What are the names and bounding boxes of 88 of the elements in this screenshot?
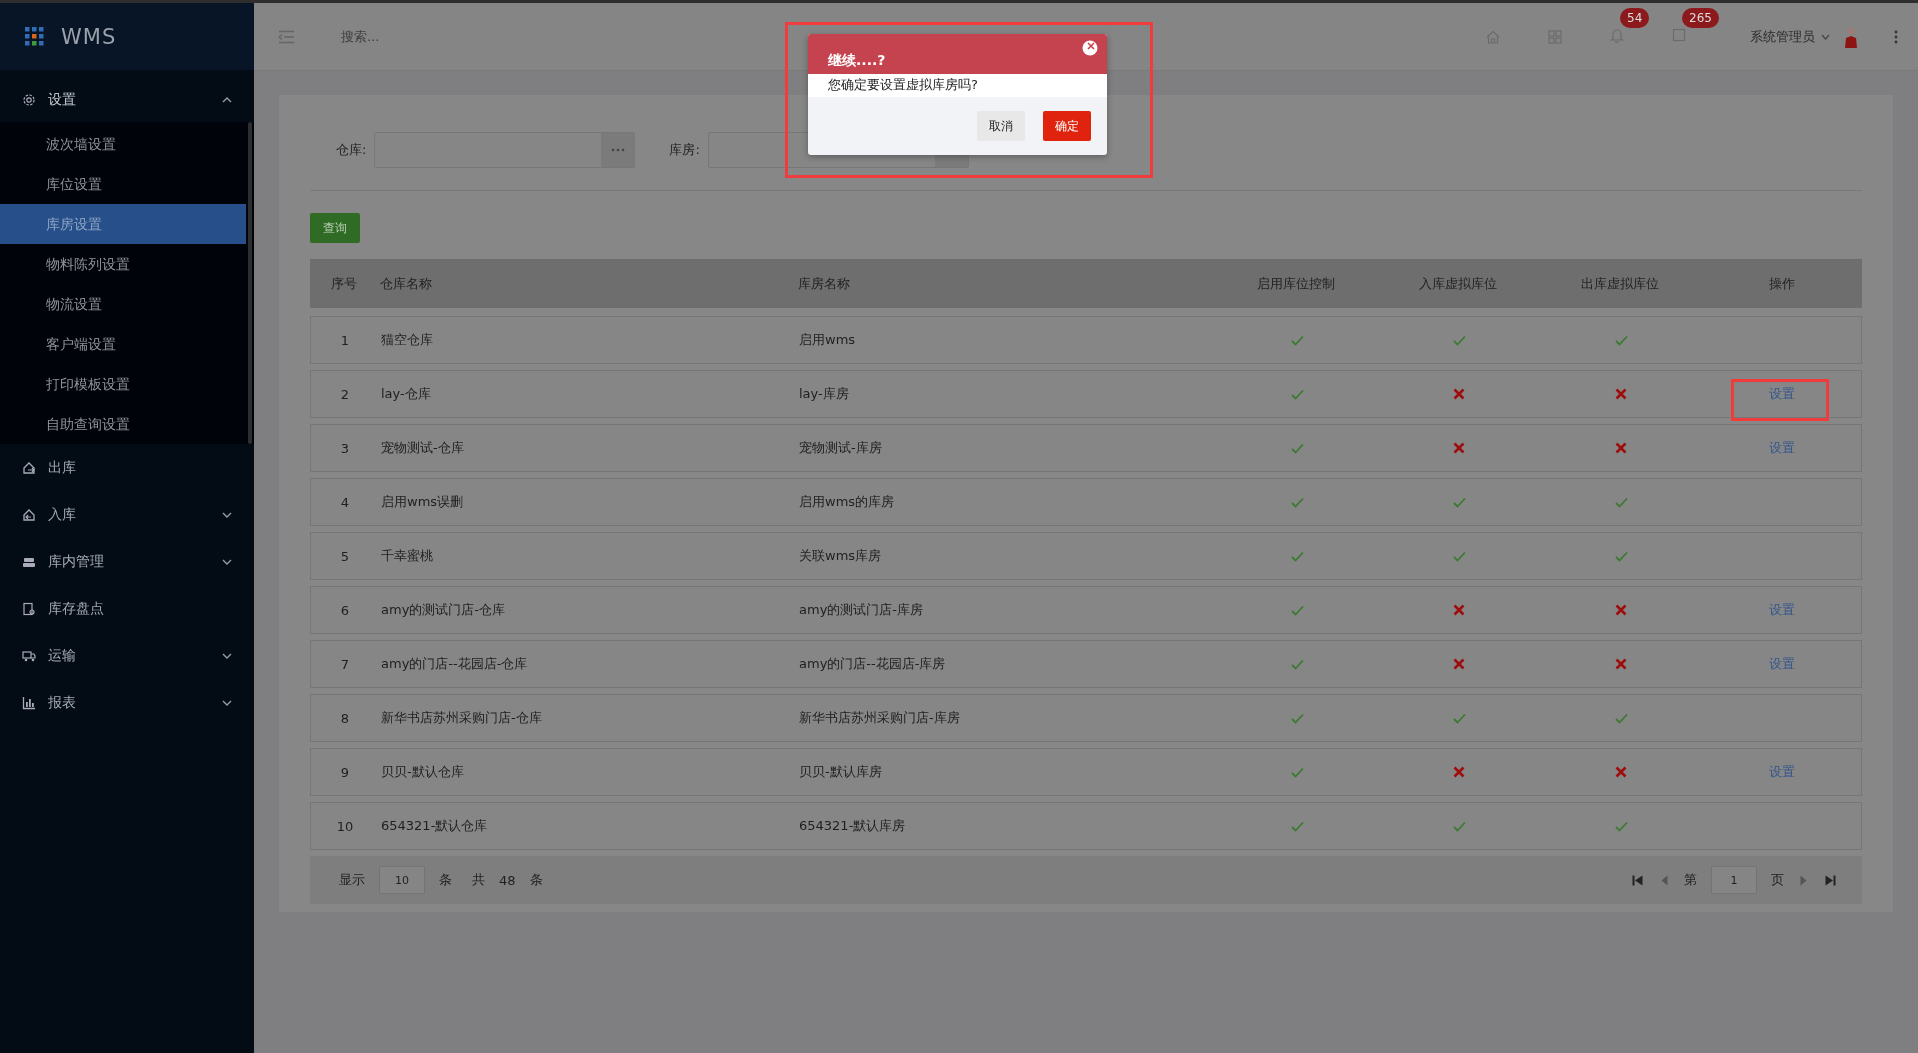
column-header: 出库虚拟库位 — [1580, 274, 1660, 293]
logo-text: WMS — [61, 24, 117, 49]
column-header: 仓库名称 — [379, 274, 433, 293]
first-page-icon[interactable] — [1632, 874, 1643, 886]
cancel-button[interactable]: 取消 — [977, 111, 1025, 141]
notification-count: 54 — [1620, 7, 1650, 28]
square-icon[interactable] — [1672, 28, 1686, 42]
close-icon[interactable] — [1082, 40, 1098, 56]
sidebar-item[interactable]: 运输 — [0, 632, 254, 679]
chevron-icon — [1821, 33, 1830, 40]
table-cell-text: 新华书店苏州采购门店-库房 — [799, 709, 961, 727]
table-cell-text: 654321-默认库房 — [799, 817, 907, 835]
sidebar-item[interactable]: 库内管理 — [0, 538, 254, 585]
table-cell-text: 启用wms的库房 — [799, 493, 896, 511]
submenu-item[interactable]: 自助查询设置 — [0, 404, 246, 444]
pager-text: 共 — [472, 871, 485, 889]
column-header: 序号 — [330, 274, 358, 293]
more-icon — [610, 148, 625, 152]
column-header: 库房名称 — [798, 274, 851, 293]
search-field[interactable]: 搜索... — [339, 28, 503, 45]
table-cell-text: 1 — [339, 332, 351, 348]
table-cell-text: 9 — [339, 764, 351, 780]
sidebar-item[interactable]: 报表 — [0, 679, 254, 726]
scrollbar[interactable] — [248, 122, 252, 444]
table-cell-text: 贝贝-默认仓库 — [380, 763, 465, 781]
table-cell-text: 千幸蜜桃 — [380, 547, 434, 565]
table-cell-text: 启用wms — [799, 331, 857, 349]
table-cell-text: 关联wms库房 — [799, 547, 883, 565]
pager-text: 条 — [439, 871, 452, 889]
table-cell-text: 10 — [335, 818, 355, 834]
query-button[interactable]: 查询 — [310, 213, 360, 243]
column-header: 入库虚拟库位 — [1418, 274, 1498, 293]
table-cell-text: 启用wms误删 — [380, 493, 465, 511]
table-cell-text: lay-仓库 — [380, 385, 432, 403]
pager-text: 页 — [1771, 871, 1784, 889]
previous-page-icon[interactable] — [1661, 874, 1668, 886]
table-cell-text: 2 — [339, 386, 351, 402]
table-cell-text: 新华书店苏州采购门店-仓库 — [380, 709, 543, 727]
browse-button[interactable] — [601, 133, 635, 167]
submenu-item[interactable]: 库位设置 — [0, 164, 246, 204]
sidebar-item[interactable]: 库存盘点 — [0, 585, 254, 632]
table-cell-text: amy的门店--花园店-仓库 — [380, 655, 529, 673]
sidebar-item[interactable]: 设置 — [0, 78, 254, 122]
table-cell-text: 4 — [339, 494, 351, 510]
pager-text: 显示 — [339, 871, 365, 889]
last-page-icon[interactable] — [1825, 874, 1836, 886]
confirm-button[interactable]: 确定 — [1043, 111, 1091, 141]
submenu-item[interactable]: 打印模板设置 — [0, 364, 246, 404]
table-cell-text: amy的门店--花园店-库房 — [799, 655, 947, 673]
submenu-item[interactable]: 客户端设置 — [0, 324, 246, 364]
user-menu[interactable]: 系统管理员 — [1750, 27, 1830, 46]
next-page-icon[interactable] — [1800, 874, 1807, 886]
submenu-item[interactable]: 物流设置 — [0, 284, 246, 324]
pager-text: 条 — [529, 871, 543, 889]
field-label: 仓库: — [336, 141, 367, 159]
table-cell-text: 7 — [339, 656, 351, 672]
dialog-message: 您确定要设置虚拟库房吗? — [808, 74, 1107, 97]
table-cell-text: 宠物测试-仓库 — [380, 439, 465, 457]
table-cell-text: 6 — [339, 602, 351, 618]
sidebar-item[interactable]: 出库 — [0, 444, 254, 491]
table-cell-text: lay-库房 — [799, 385, 850, 403]
submenu-item[interactable]: 波次墙设置 — [0, 124, 246, 164]
table-cell-text: 宠物测试-库房 — [799, 439, 883, 457]
column-header: 操作 — [1767, 274, 1796, 293]
table-cell-text: 猫空仓库 — [380, 331, 434, 349]
bell-icon[interactable] — [1610, 27, 1624, 43]
table-cell-text: 5 — [339, 548, 351, 564]
avatar-icon[interactable] — [1844, 25, 1858, 48]
field-label: 库房: — [669, 141, 700, 159]
table-cell-text: 8 — [339, 710, 351, 726]
dialog-title: 继续....? — [828, 52, 886, 70]
column-header: 启用库位控制 — [1256, 274, 1336, 293]
submenu-item[interactable]: 物料陈列设置 — [0, 244, 246, 284]
logo-icon — [25, 27, 44, 46]
page-size-field[interactable]: 10 — [379, 866, 425, 894]
table-cell-text: 3 — [339, 440, 351, 456]
home-icon[interactable] — [1486, 29, 1500, 44]
sidebar-item[interactable]: 入库 — [0, 491, 254, 538]
page-field[interactable]: 1 — [1711, 866, 1757, 894]
pager-text: 第 — [1684, 871, 1697, 889]
input-field[interactable] — [374, 132, 636, 168]
message-count: 265 — [1682, 8, 1719, 28]
more-icon[interactable] — [1894, 29, 1898, 44]
total-count: 48 — [499, 872, 516, 888]
table-cell-text: amy的测试门店-仓库 — [380, 601, 506, 619]
table-cell-text: amy的测试门店-库房 — [799, 601, 924, 619]
table-cell-text: 654321-默认仓库 — [380, 817, 489, 835]
table-cell-text: 贝贝-默认库房 — [799, 763, 883, 781]
